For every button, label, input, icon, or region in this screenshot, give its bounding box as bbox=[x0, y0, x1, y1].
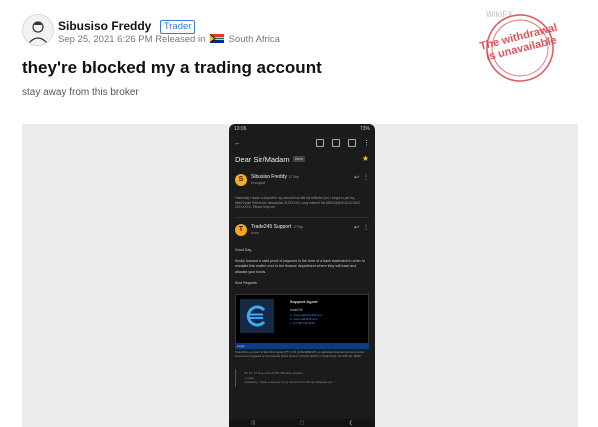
more-vert-icon: ⋮ bbox=[363, 225, 369, 231]
message-body: Good Day, Kindly forward a valid proof o… bbox=[229, 244, 375, 286]
released-label: Released in bbox=[155, 34, 206, 45]
signature-contacts: e: support@trade245.com w: www.trade245.… bbox=[290, 313, 322, 325]
sender-name: Sibusiso Freddy 17 Sep bbox=[251, 174, 299, 180]
subject-text: Dear Sir/Madam bbox=[235, 154, 290, 164]
signature-role: Support Agent bbox=[290, 299, 318, 305]
username[interactable]: Sibusiso Freddy bbox=[58, 19, 151, 33]
quoted-message: On Fri, 17 Sep at 8:12 PM, Sibusiso Fred… bbox=[235, 369, 375, 387]
message-header-2: T Trade245 Support 17 Sep to me ↩ ⋮ bbox=[229, 218, 375, 244]
user-avatar[interactable] bbox=[22, 14, 54, 46]
mail-icon bbox=[348, 139, 356, 147]
inbox-chip: Inbox bbox=[292, 156, 306, 162]
more-vert-icon: ⋮ bbox=[363, 175, 369, 181]
body-paragraph: Kindly forward a valid proof of payment … bbox=[235, 259, 365, 274]
home-icon: ▢ bbox=[299, 420, 305, 426]
post-title: they're blocked my a trading account bbox=[22, 58, 322, 77]
star-icon: ★ bbox=[361, 154, 369, 163]
signature-company: trade245 bbox=[290, 308, 303, 313]
post-subtitle: stay away from this broker bbox=[22, 87, 139, 98]
sender-name-text: Sibusiso Freddy bbox=[251, 174, 287, 180]
message-date: 17 Sep bbox=[288, 175, 299, 179]
post-date: Sep 25, 2021 6:26 PM bbox=[58, 34, 153, 45]
recents-icon: ||| bbox=[251, 420, 256, 426]
regards: Kind Regards bbox=[235, 280, 257, 285]
back-arrow-icon: ← bbox=[234, 139, 241, 147]
email-screenshot: 13:06 73% ← ⋮ Dear Sir/Madam Inbox ★ S S… bbox=[229, 124, 375, 427]
signature-phone: t: +27 087 630 8249 bbox=[290, 321, 315, 326]
android-nav-bar: ||| ▢ ❮ bbox=[229, 419, 375, 427]
message-header-1: S Sibusiso Freddy 17 Sep to support ↩ ⋮ bbox=[229, 168, 375, 194]
sender-name-text: Trade245 Support bbox=[251, 224, 292, 230]
status-battery: 73% bbox=[359, 126, 370, 132]
reply-icon: ↩ bbox=[353, 225, 359, 231]
email-signature: Support Agent trade245 e: support@trade2… bbox=[235, 294, 369, 345]
email-toolbar: ← ⋮ bbox=[229, 136, 375, 150]
status-time: 13:06 bbox=[234, 126, 247, 132]
post-country: South Africa bbox=[228, 34, 280, 45]
recipient-line: to support bbox=[251, 181, 266, 185]
message-snippet: Yesterday I made a deposit to my account… bbox=[235, 196, 361, 210]
trade245-logo-icon bbox=[240, 299, 274, 334]
back-icon: ❮ bbox=[348, 420, 353, 426]
post-meta: Sep 25, 2021 6:26 PM Released in South A… bbox=[58, 34, 280, 45]
archive-icon bbox=[316, 139, 324, 147]
more-vert-icon: ⋮ bbox=[363, 140, 370, 147]
reply-icon: ↩ bbox=[353, 175, 359, 181]
trader-badge: Trader bbox=[159, 20, 196, 34]
quoted-line: Yesterday I made a deposit to my account… bbox=[244, 380, 335, 385]
legal-disclaimer: Trade245 is a product of Red Pine Capita… bbox=[235, 351, 365, 358]
greeting: Good Day, bbox=[235, 248, 252, 252]
message-date: 17 Sep bbox=[293, 225, 304, 229]
sender-avatar: S bbox=[235, 174, 247, 186]
phone-status-bar: 13:06 73% bbox=[229, 124, 375, 136]
sender-avatar: T bbox=[235, 224, 247, 236]
recipient-line: to me bbox=[251, 231, 259, 235]
email-subject: Dear Sir/Madam Inbox ★ bbox=[229, 150, 375, 168]
south-africa-flag-icon bbox=[210, 34, 224, 43]
user-line: Sibusiso Freddy Trader bbox=[58, 17, 196, 35]
delete-icon bbox=[332, 139, 340, 147]
sender-name: Trade245 Support 17 Sep bbox=[251, 224, 303, 230]
